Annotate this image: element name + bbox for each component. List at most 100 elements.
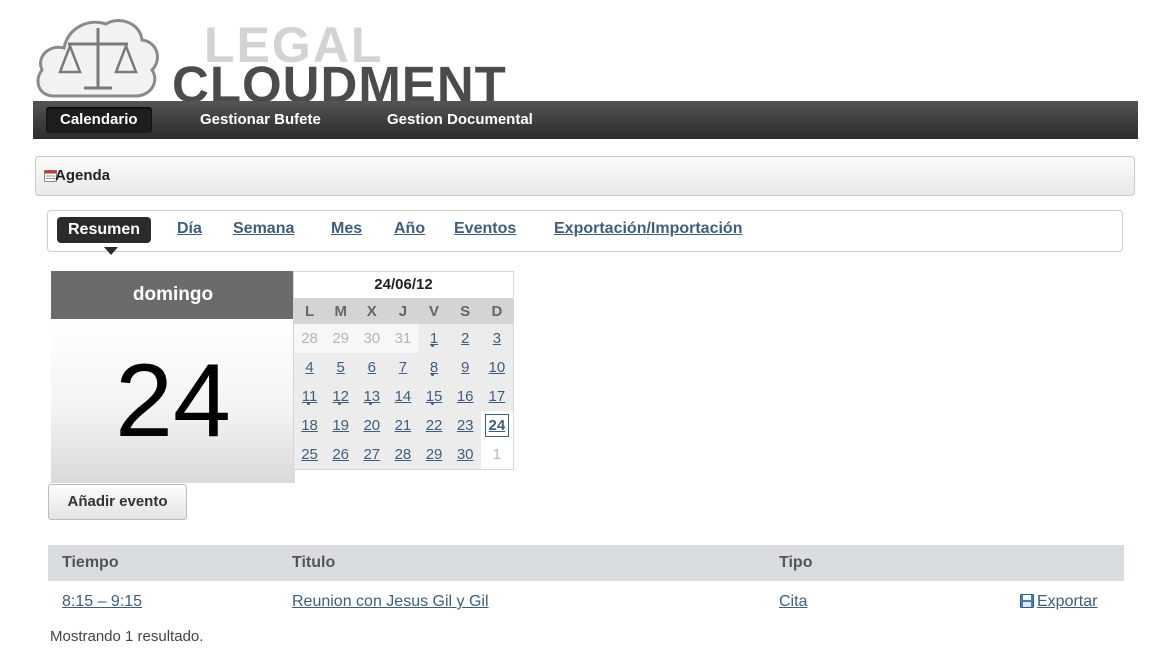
calendar-day[interactable]: 22 [418, 411, 450, 440]
mini-calendar-title: 24/06/12 [374, 276, 433, 293]
calendar-day[interactable]: 5 [325, 353, 357, 382]
calendar-day-link[interactable]: 29 [426, 446, 443, 463]
calendar-day-link[interactable]: 18 [301, 417, 318, 434]
calendar-day[interactable]: 16 [449, 382, 481, 411]
weekday-header: M [325, 298, 357, 324]
calendar-day-link[interactable]: 13 [363, 388, 380, 405]
calendar-day-link[interactable]: 21 [395, 417, 412, 434]
calendar-day: 29 [325, 324, 357, 353]
calendar-day-link[interactable]: 10 [489, 359, 506, 376]
calendar-day-link[interactable]: 16 [457, 388, 474, 405]
calendar-day-link[interactable]: 27 [363, 446, 380, 463]
calendar-day[interactable]: 23 [449, 411, 481, 440]
calendar-day-link[interactable]: 19 [332, 417, 349, 434]
nav-calendario[interactable]: Calendario [46, 107, 152, 133]
calendar-day[interactable]: 30 [449, 440, 481, 469]
logo: LEGAL CLOUDMENT [32, 14, 532, 110]
calendar-day[interactable]: 4 [294, 353, 326, 382]
cloud-scale-logo-icon [36, 19, 159, 98]
calendar-day[interactable]: 20 [356, 411, 388, 440]
tab-ano[interactable]: Año [394, 220, 425, 238]
calendar-day-link[interactable]: 4 [305, 359, 313, 376]
calendar-day[interactable]: 29 [418, 440, 450, 469]
calendar-day[interactable]: 17 [480, 382, 513, 411]
active-tab-pointer [104, 247, 118, 255]
col-tipo: Tipo [779, 554, 813, 571]
calendar-day-link[interactable]: 6 [368, 359, 376, 376]
calendar-day[interactable]: 21 [387, 411, 419, 440]
calendar-day-link[interactable]: 14 [395, 388, 412, 405]
calendar-day[interactable]: 1 [418, 324, 450, 353]
calendar-day[interactable]: 13 [356, 382, 388, 411]
agenda-panel-header: Agenda [35, 156, 1135, 196]
calendar-day-link[interactable]: 2 [461, 330, 469, 347]
calendar-day-link[interactable]: 3 [493, 330, 501, 347]
calendar-day-link[interactable]: 5 [337, 359, 345, 376]
calendar-day-link[interactable]: 26 [332, 446, 349, 463]
save-icon [1020, 594, 1034, 608]
calendar-day[interactable]: 9 [449, 353, 481, 382]
calendar-day-link[interactable]: 22 [426, 417, 443, 434]
calendar-day-link[interactable]: 17 [489, 388, 506, 405]
calendar-day[interactable]: 2 [449, 324, 481, 353]
calendar-day[interactable]: 18 [294, 411, 326, 440]
calendar-day-link[interactable]: 15 [426, 388, 443, 405]
calendar-day-link[interactable]: 25 [301, 446, 318, 463]
tab-exportacion-importacion[interactable]: Exportación/Importación [554, 220, 742, 238]
tab-semana[interactable]: Semana [233, 220, 294, 238]
tab-resumen[interactable]: Resumen [57, 217, 152, 243]
calendar-day: 1 [480, 440, 513, 469]
weekday-header: X [356, 298, 388, 324]
day-number: 24 [51, 319, 295, 483]
calendar-day[interactable]: 15 [418, 382, 450, 411]
event-dot [337, 402, 341, 405]
tab-dia[interactable]: Día [177, 220, 202, 238]
mini-calendar-grid: LMXJVSD 28 29 30 31 1 2 3 4 5 6 7 8 9 10 11 12 13 14 15 16 1… [294, 298, 513, 469]
calendar-day: 28 [294, 324, 326, 353]
weekday-header: L [294, 298, 326, 324]
calendar-day[interactable]: 14 [387, 382, 419, 411]
calendar-day[interactable]: 12 [325, 382, 357, 411]
event-title-link[interactable]: Reunion con Jesus Gil y Gil [292, 593, 489, 610]
calendar-day[interactable]: 28 [387, 440, 419, 469]
calendar-day[interactable]: 6 [356, 353, 388, 382]
export-link[interactable]: Exportar [1037, 593, 1097, 610]
weekday-header: J [387, 298, 419, 324]
nav-gestion-documental[interactable]: Gestion Documental [373, 107, 547, 133]
calendar-day[interactable]: 24 [480, 411, 513, 440]
calendar-day-link[interactable]: 24 [484, 414, 510, 437]
calendar-day-link[interactable]: 30 [457, 446, 474, 463]
day-card: domingo 24 [51, 271, 295, 483]
col-tiempo: Tiempo [62, 554, 119, 571]
calendar-day-link[interactable]: 7 [399, 359, 407, 376]
calendar-day[interactable]: 25 [294, 440, 326, 469]
event-dot [368, 402, 372, 405]
calendar-day[interactable]: 26 [325, 440, 357, 469]
calendar-day-link[interactable]: 23 [457, 417, 474, 434]
calendar-day[interactable]: 27 [356, 440, 388, 469]
calendar-day-link[interactable]: 28 [395, 446, 412, 463]
calendar-day[interactable]: 7 [387, 353, 419, 382]
calendar-day-link[interactable]: 12 [332, 388, 349, 405]
calendar-day[interactable]: 19 [325, 411, 357, 440]
tab-mes[interactable]: Mes [331, 220, 362, 238]
event-type-link[interactable]: Cita [779, 593, 807, 610]
calendar-day-link[interactable]: 20 [363, 417, 380, 434]
events-table-header: Tiempo Titulo Tipo [48, 545, 1124, 581]
calendar-day: 30 [356, 324, 388, 353]
calendar-day[interactable]: 10 [480, 353, 513, 382]
event-time-link[interactable]: 8:15 – 9:15 [62, 593, 142, 610]
calendar-day[interactable]: 8 [418, 353, 450, 382]
nav-gestionar-bufete[interactable]: Gestionar Bufete [186, 107, 335, 133]
tab-eventos[interactable]: Eventos [454, 220, 516, 238]
col-titulo: Titulo [292, 554, 336, 571]
weekday-header: D [480, 298, 513, 324]
calendar-day-link[interactable]: 9 [461, 359, 469, 376]
calendar-day[interactable]: 11 [294, 382, 326, 411]
add-event-button[interactable]: Añadir evento [48, 484, 187, 520]
day-weekday: domingo [51, 271, 295, 319]
calendar-day[interactable]: 3 [480, 324, 513, 353]
mini-calendar: 24/06/12 LMXJVSD 28 29 30 31 1 2 3 4 5 6 7 8 9 10 11 12… [293, 271, 514, 470]
weekday-header: V [418, 298, 450, 324]
calendar-day: 31 [387, 324, 419, 353]
